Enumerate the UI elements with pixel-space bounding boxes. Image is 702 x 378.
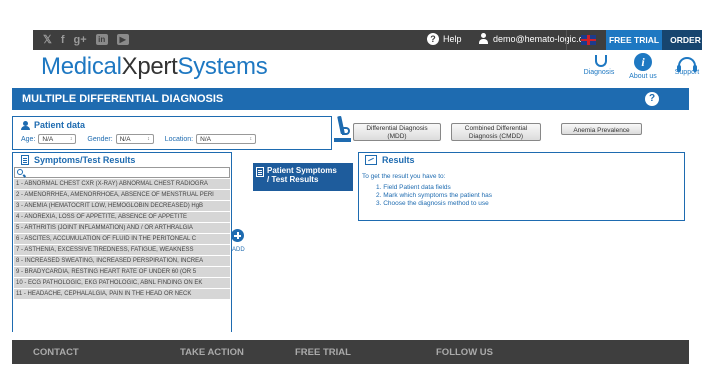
divider xyxy=(566,30,567,50)
info-icon: i xyxy=(634,53,652,71)
add-label: ADD xyxy=(232,247,245,253)
list-item[interactable]: 1 - ABNORMAL CHEST CXR (X-RAY) ABNORMAL … xyxy=(14,179,230,190)
results-panel: Results To get the result you have to: 1… xyxy=(358,152,685,221)
patient-fields: Age: N/A ↕ Gender: N/A ↕ Location: N/A ↕ xyxy=(21,134,259,144)
document-icon xyxy=(21,155,29,165)
google-plus-icon[interactable]: g+ xyxy=(74,33,87,47)
location-select[interactable]: N/A ↕ xyxy=(196,134,257,144)
symptoms-label: Symptoms/Test Results xyxy=(34,155,136,165)
social-links: 𝕏 f g+ in ▶ xyxy=(43,33,129,47)
help-icon[interactable]: ? xyxy=(645,92,659,106)
patient-symptoms-title: Patient Symptoms / Test Results xyxy=(267,166,337,184)
main-nav: Diagnosis i About us Support xyxy=(581,53,702,80)
nav-label: Diagnosis xyxy=(583,69,615,76)
location-label: Location: xyxy=(164,135,194,143)
list-item[interactable]: 10 - ECG PATHOLOGIC, EKG PATHOLOGIC, ABN… xyxy=(14,278,230,289)
list-item[interactable]: 9 - BRADYCARDIA, RESTING HEART RATE OF U… xyxy=(14,267,230,278)
list-item[interactable]: 6 - ASCITES, ACCUMULATION OF FLUID IN TH… xyxy=(14,234,230,245)
nav-diagnosis[interactable]: Diagnosis xyxy=(581,53,617,80)
list-item[interactable]: 3 - ANEMIA (HEMATOCRIT LOW, HEMOGLOBIN D… xyxy=(14,201,230,212)
free-trial-button[interactable]: FREE TRIAL xyxy=(606,30,662,50)
top-bar: 𝕏 f g+ in ▶ ? Help demo@hemato-logic.com… xyxy=(33,30,702,50)
symptom-search-input[interactable] xyxy=(14,167,230,178)
age-label: Age: xyxy=(21,135,36,143)
list-item[interactable]: 2 - AMENORRHEA, AMENORRHOEA, ABSENCE OF … xyxy=(14,190,230,201)
search-icon xyxy=(17,169,23,175)
youtube-icon[interactable]: ▶ xyxy=(116,34,129,45)
nav-support[interactable]: Support xyxy=(669,53,702,80)
page-title: MULTIPLE DIFFERENTIAL DIAGNOSIS xyxy=(22,93,224,105)
page: 𝕏 f g+ in ▶ ? Help demo@hemato-logic.com… xyxy=(12,0,702,378)
headset-icon xyxy=(677,57,697,72)
list-item[interactable]: 7 - ASTHENIA, EXCESSIVE TIREDNESS, FATIG… xyxy=(14,245,230,256)
patient-symptoms-panel: Patient Symptoms / Test Results xyxy=(253,163,353,191)
site-logo[interactable]: MedicalXpertSystems xyxy=(41,53,268,81)
results-intro: To get the result you have to: xyxy=(362,173,446,180)
chart-icon xyxy=(365,155,377,165)
footer-follow-us[interactable]: FOLLOW US xyxy=(436,347,493,358)
footer: CONTACT TAKE ACTION FREE TRIAL FOLLOW US xyxy=(12,340,689,364)
help-link[interactable]: ? Help xyxy=(427,33,462,45)
list-item[interactable]: 4 - ANOREXIA, LOSS OF APPETITE, ABSENCE … xyxy=(14,212,230,223)
twitter-icon[interactable]: 𝕏 xyxy=(43,33,52,47)
anemia-prevalence-button[interactable]: Anemia Prevalence xyxy=(561,123,642,135)
user-account[interactable]: demo@hemato-logic.com xyxy=(478,33,596,44)
section-header: MULTIPLE DIFFERENTIAL DIAGNOSIS ? xyxy=(12,88,689,110)
list-item[interactable]: 5 - ARTHRITIS (JOINT INFLAMMATION) AND /… xyxy=(14,223,230,234)
help-icon: ? xyxy=(427,33,439,45)
gender-label: Gender: xyxy=(87,135,113,143)
results-label: Results xyxy=(382,155,415,165)
symptoms-panel: Symptoms/Test Results 1 - ABNORMAL CHEST… xyxy=(12,152,232,332)
list-item[interactable]: 8 - INCREASED SWEATING, INCREASED PERSPI… xyxy=(14,256,230,267)
footer-take-action[interactable]: TAKE ACTION xyxy=(180,347,244,358)
results-steps: 1. Field Patient data fields 2. Mark whi… xyxy=(376,184,492,208)
nav-about-us[interactable]: i About us xyxy=(625,53,661,80)
help-label: Help xyxy=(443,34,462,44)
age-select[interactable]: N/A ↕ xyxy=(38,134,77,144)
linkedin-icon[interactable]: in xyxy=(95,34,108,45)
list-item: 1. Field Patient data fields xyxy=(376,184,451,191)
patient-data-label: Patient data xyxy=(34,120,86,130)
patient-data-panel: Patient data Age: N/A ↕ Gender: N/A ↕ Loca… xyxy=(12,116,332,150)
gender-select[interactable]: N/A ↕ xyxy=(115,134,154,144)
footer-contact[interactable]: CONTACT xyxy=(33,347,79,358)
microscope-icon xyxy=(333,114,353,144)
list-item[interactable]: 11 - HEADACHE, CEPHALALGIA, PAIN IN THE … xyxy=(14,289,230,300)
symptoms-title: Symptoms/Test Results xyxy=(21,155,135,165)
results-title: Results xyxy=(365,155,415,165)
footer-free-trial[interactable]: FREE TRIAL xyxy=(295,347,351,358)
mdd-button[interactable]: Differential Diagnosis (MDD) xyxy=(353,123,441,141)
uk-flag-icon[interactable] xyxy=(581,35,596,45)
user-icon xyxy=(478,33,489,44)
patient-data-title: Patient data xyxy=(21,120,85,130)
nav-label: About us xyxy=(629,73,657,80)
cmdd-button[interactable]: Combined Differential Diagnosis (CMDD) xyxy=(451,123,541,141)
symptom-list[interactable]: 1 - ABNORMAL CHEST CXR (X-RAY) ABNORMAL … xyxy=(14,179,230,300)
list-item: 2. Mark which symptoms the patient has xyxy=(376,192,492,199)
add-button[interactable] xyxy=(231,229,244,242)
order-button[interactable]: ORDER xyxy=(662,30,702,50)
list-item: 3. Choose the diagnosis method to use xyxy=(376,200,489,207)
person-icon xyxy=(21,120,30,130)
document-icon xyxy=(256,167,264,177)
facebook-icon[interactable]: f xyxy=(61,33,65,47)
stethoscope-icon xyxy=(594,55,607,67)
